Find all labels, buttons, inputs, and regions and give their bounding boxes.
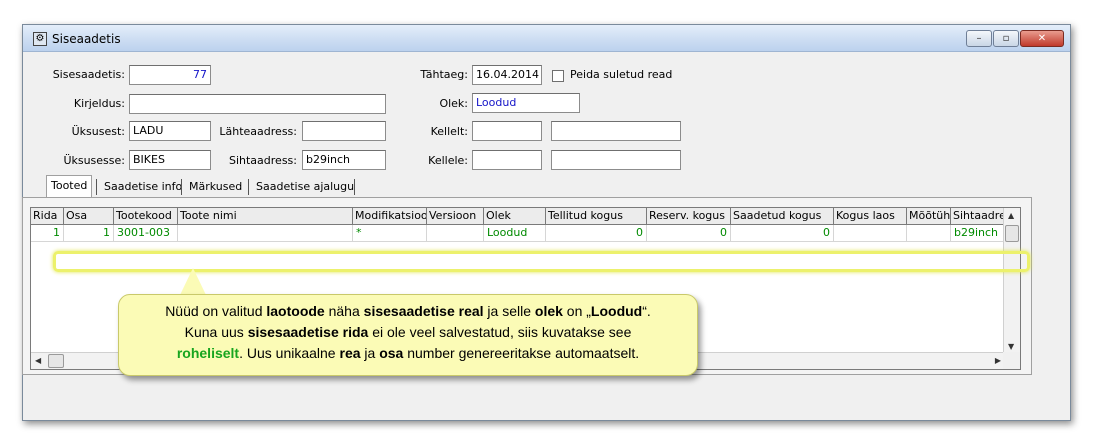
cell-tellitud-kogus[interactable]: 0 <box>546 225 647 242</box>
col-header-modifikatsioon[interactable]: Modifikatsioon <box>353 208 427 225</box>
kellelt-label: Kellelt: <box>430 125 468 138</box>
cell-mootuhik[interactable] <box>907 225 951 242</box>
callout-line-1: Nüüd on valitud laotoode näha sisesaadet… <box>165 303 651 319</box>
col-header-versioon[interactable]: Versioon <box>427 208 484 225</box>
window-title: Siseaadetis <box>52 32 121 46</box>
tab-tooted[interactable]: Tooted <box>46 175 93 197</box>
sisesaadetis-field[interactable]: 77 <box>129 65 211 85</box>
cell-kogus-laos[interactable] <box>834 225 907 242</box>
kellelt-code-field[interactable] <box>472 121 542 141</box>
kellele-label: Kellele: <box>428 154 468 167</box>
sihtaadress-label: Sihtaadress: <box>228 154 297 167</box>
maximize-button[interactable]: ▫ <box>993 30 1019 47</box>
kellelt-name-field[interactable] <box>551 121 681 141</box>
tab-divider <box>354 179 355 195</box>
callout-line-2: Kuna uus sisesaadetise rida ei ole veel … <box>184 324 632 340</box>
uksusest-field[interactable]: LADU <box>129 121 211 141</box>
horizontal-scroll-thumb[interactable] <box>48 354 64 368</box>
col-header-tellitud-kogus[interactable]: Tellitud kogus <box>546 208 647 225</box>
olek-label: Olek: <box>439 97 468 110</box>
uksusest-label: Üksusest: <box>71 125 125 138</box>
tab-saadetise-ajalugu[interactable]: Saadetise ajalugu <box>252 177 358 197</box>
kirjeldus-field[interactable] <box>129 94 386 114</box>
vertical-scroll-thumb[interactable] <box>1005 225 1019 242</box>
lahteaadress-label: Lähteaadress: <box>219 125 297 138</box>
tab-divider <box>96 179 97 195</box>
cell-tootekood[interactable]: 3001-003 <box>114 225 178 242</box>
sisesaadetis-label: Sisesaadetis: <box>52 68 125 81</box>
col-header-tootekood[interactable]: Tootekood <box>114 208 178 225</box>
title-bar[interactable]: ⚙ Siseaadetis – ▫ ✕ <box>23 25 1070 52</box>
scroll-corner <box>1003 352 1020 369</box>
kellele-name-field[interactable] <box>551 150 681 170</box>
scroll-right-icon[interactable]: ▶ <box>995 356 1001 365</box>
peida-suletud-read-checkbox[interactable] <box>552 70 564 82</box>
cell-olek[interactable]: Loodud <box>484 225 546 242</box>
tab-markused[interactable]: Märkused <box>185 177 246 197</box>
kellele-code-field[interactable] <box>472 150 542 170</box>
explanation-callout: Nüüd on valitud laotoode näha sisesaadet… <box>118 294 698 376</box>
uksusesse-field[interactable]: BIKES <box>129 150 211 170</box>
cell-versioon[interactable] <box>427 225 484 242</box>
callout-line-3: roheliselt. Uus unikaalne rea ja osa num… <box>176 345 640 361</box>
sihtaadress-field[interactable]: b29inch <box>302 150 386 170</box>
col-header-saadetud-kogus[interactable]: Saadetud kogus <box>731 208 834 225</box>
olek-field[interactable]: Loodud <box>472 93 580 113</box>
cell-sihtaadress[interactable]: b29inch <box>951 225 1005 242</box>
tahtaeg-field[interactable]: 16.04.2014 <box>472 65 542 85</box>
col-header-reserv-kogus[interactable]: Reserv. kogus <box>647 208 731 225</box>
app-icon: ⚙ <box>33 32 47 46</box>
scroll-up-icon[interactable]: ▲ <box>1008 211 1014 220</box>
cell-modifikatsioon[interactable]: * <box>353 225 427 242</box>
col-header-rida[interactable]: Rida <box>31 208 64 225</box>
callout-pointer <box>180 268 206 295</box>
cell-rida[interactable]: 1 <box>31 225 64 242</box>
kirjeldus-label: Kirjeldus: <box>73 97 125 110</box>
col-header-olek[interactable]: Olek <box>484 208 546 225</box>
col-header-osa[interactable]: Osa <box>64 208 114 225</box>
col-header-toote-nimi[interactable]: Toote nimi <box>178 208 353 225</box>
close-button[interactable]: ✕ <box>1020 30 1064 47</box>
tab-saadetise-info[interactable]: Saadetise info <box>100 177 186 197</box>
minimize-button[interactable]: – <box>966 30 992 47</box>
cell-saadetud-kogus[interactable]: 0 <box>731 225 834 242</box>
tab-divider <box>248 179 249 195</box>
scroll-left-icon[interactable]: ◀ <box>35 356 41 365</box>
tab-divider <box>181 179 182 195</box>
col-header-kogus-laos[interactable]: Kogus laos <box>834 208 907 225</box>
cell-reserv-kogus[interactable]: 0 <box>647 225 731 242</box>
vertical-scrollbar[interactable]: ▲ ▼ <box>1003 208 1020 354</box>
cell-toote-nimi[interactable] <box>178 225 353 242</box>
uksusesse-label: Üksusesse: <box>63 154 125 167</box>
col-header-mootuhik[interactable]: Mõõtühik <box>907 208 951 225</box>
lahteaadress-field[interactable] <box>302 121 386 141</box>
peida-suletud-read-label: Peida suletud read <box>570 68 673 81</box>
tahtaeg-label: Tähtaeg: <box>420 68 468 81</box>
cell-osa[interactable]: 1 <box>64 225 114 242</box>
scroll-down-icon[interactable]: ▼ <box>1008 342 1014 351</box>
